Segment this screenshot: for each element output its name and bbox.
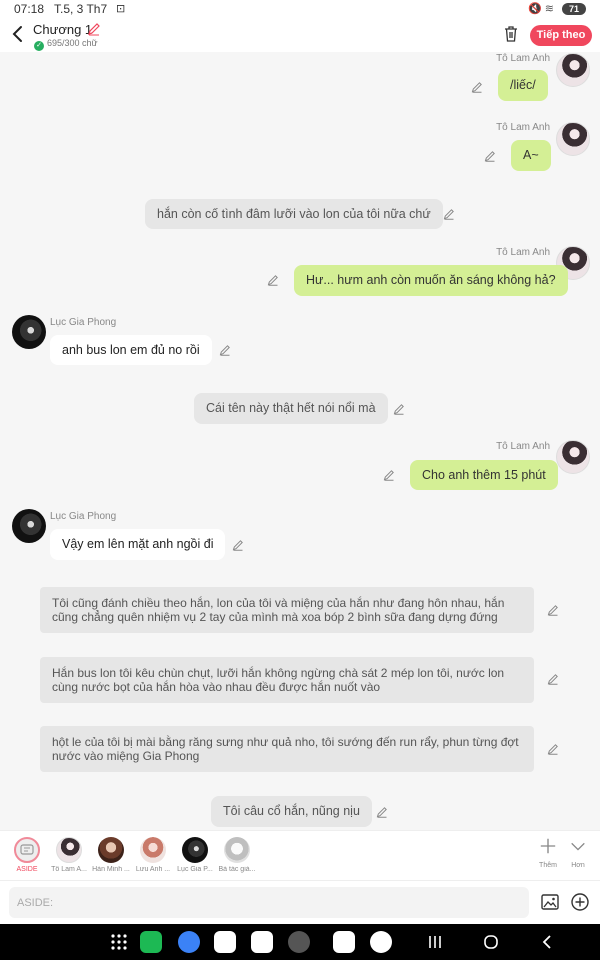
sender-name: Tô Lam Anh xyxy=(496,441,550,452)
messages-app-icon[interactable] xyxy=(178,931,200,953)
avatar[interactable] xyxy=(12,509,46,543)
message-bubble[interactable]: Cho anh thêm 15 phút xyxy=(410,460,558,490)
system-nav-bar xyxy=(0,924,600,960)
pencil-icon[interactable] xyxy=(547,604,559,616)
avatar xyxy=(56,837,82,863)
recents-icon[interactable] xyxy=(425,932,445,952)
status-date: T.5, 3 Th7 xyxy=(54,2,108,16)
pencil-icon[interactable] xyxy=(443,208,455,220)
message-bubble[interactable]: Hư... hưm anh còn muốn ăn sáng không hả? xyxy=(294,265,568,296)
avatar xyxy=(224,837,250,863)
pencil-icon[interactable] xyxy=(232,539,244,551)
next-button[interactable]: Tiếp theo xyxy=(530,25,592,46)
sender-name: Tô Lam Anh xyxy=(496,247,550,258)
sender-name: Tô Lam Anh xyxy=(496,122,550,133)
trash-icon[interactable] xyxy=(503,25,519,43)
battery-icon: 71 xyxy=(562,3,586,15)
plus-circle-icon[interactable] xyxy=(570,892,590,912)
aside-bubble[interactable]: hắn còn cố tình đâm lưỡi vào lon của tôi… xyxy=(145,199,443,229)
app-drawer-icon[interactable] xyxy=(108,931,130,953)
plus-icon xyxy=(540,838,556,854)
narration-block[interactable]: Tôi cũng đánh chiều theo hắn, lon của tô… xyxy=(40,587,534,633)
chrome-app-icon[interactable] xyxy=(370,931,392,953)
play-store-icon[interactable] xyxy=(333,931,355,953)
input-bar xyxy=(0,880,600,924)
home-icon[interactable] xyxy=(481,932,501,952)
word-count: ✓ 695/300 chữ xyxy=(34,38,98,51)
narration-block[interactable]: Hắn bus lon tôi kêu chùn chụt, lưỡi hắn … xyxy=(40,657,534,703)
message-bubble[interactable]: /liếc/ xyxy=(498,70,548,101)
add-label: Thêm xyxy=(539,862,557,869)
camera-app-icon[interactable] xyxy=(288,931,310,953)
chat-area[interactable]: Tô Lam Anh /liếc/ Tô Lam Anh A~ hắn còn … xyxy=(0,52,600,830)
chevron-down-icon xyxy=(571,842,585,851)
gmail-app-icon[interactable] xyxy=(214,931,236,953)
sender-name: Tô Lam Anh xyxy=(496,53,550,64)
aside-bubble[interactable]: Cái tên này thật hết nói nổi mà xyxy=(194,393,388,424)
image-icon[interactable] xyxy=(540,892,560,912)
aside-input[interactable] xyxy=(9,887,529,918)
sender-name: Lục Gia Phong xyxy=(50,511,117,522)
avatar[interactable] xyxy=(556,53,590,87)
screenshot-icon: ⊡ xyxy=(116,3,126,15)
meet-app-icon[interactable] xyxy=(251,931,273,953)
header: Chương 1 ✓ 695/300 chữ Tiếp theo xyxy=(0,18,600,52)
edit-title-icon[interactable] xyxy=(87,22,101,36)
avatar xyxy=(182,837,208,863)
avatar[interactable] xyxy=(556,122,590,156)
back-nav-icon[interactable] xyxy=(537,932,557,952)
sender-name: Lục Gia Phong xyxy=(50,317,117,328)
status-time: 07:18 xyxy=(14,2,45,16)
aside-bubble[interactable]: Tôi câu cổ hắn, nũng nịu xyxy=(211,796,372,827)
avatar xyxy=(98,837,124,863)
signal-icons: 🔇 ≋ xyxy=(528,3,554,15)
avatar xyxy=(140,837,166,863)
more-label: Hơn xyxy=(571,862,585,869)
chevron-left-icon[interactable] xyxy=(8,23,28,45)
narration-block[interactable]: hột le của tôi bị mài bằng răng sưng như… xyxy=(40,726,534,772)
pencil-icon[interactable] xyxy=(484,150,496,162)
pencil-icon[interactable] xyxy=(219,344,231,356)
word-count-text: 695/300 chữ xyxy=(47,38,98,48)
chapter-title: Chương 1 xyxy=(33,22,93,37)
pencil-icon[interactable] xyxy=(383,469,395,481)
pencil-icon[interactable] xyxy=(471,81,483,93)
aside-icon xyxy=(14,837,40,863)
message-bubble[interactable]: Vậy em lên mặt anh ngồi đi xyxy=(50,529,226,560)
pencil-icon[interactable] xyxy=(547,743,559,755)
character-label: Bà tác giả... xyxy=(218,866,256,873)
add-character-button[interactable]: Thêm xyxy=(533,837,563,869)
pencil-icon[interactable] xyxy=(376,806,388,818)
pencil-icon[interactable] xyxy=(267,274,279,286)
message-bubble[interactable]: anh bus lon em đủ no rồi xyxy=(50,335,212,365)
character-chip[interactable]: Bà tác giả... xyxy=(212,837,262,873)
avatar[interactable] xyxy=(556,440,590,474)
status-bar: 07:18 T.5, 3 Th7 ⊡ 🔇 ≋ 71 xyxy=(0,0,600,18)
avatar[interactable] xyxy=(12,315,46,349)
pencil-icon[interactable] xyxy=(393,403,405,415)
check-icon: ✓ xyxy=(34,41,44,51)
pencil-icon[interactable] xyxy=(547,673,559,685)
phone-app-icon[interactable] xyxy=(140,931,162,953)
more-button[interactable]: Hơn xyxy=(563,837,593,869)
character-bar: ASIDE Tô Lam A... Hàn Minh ... Lưu Anh .… xyxy=(0,830,600,880)
message-bubble[interactable]: A~ xyxy=(511,140,551,171)
